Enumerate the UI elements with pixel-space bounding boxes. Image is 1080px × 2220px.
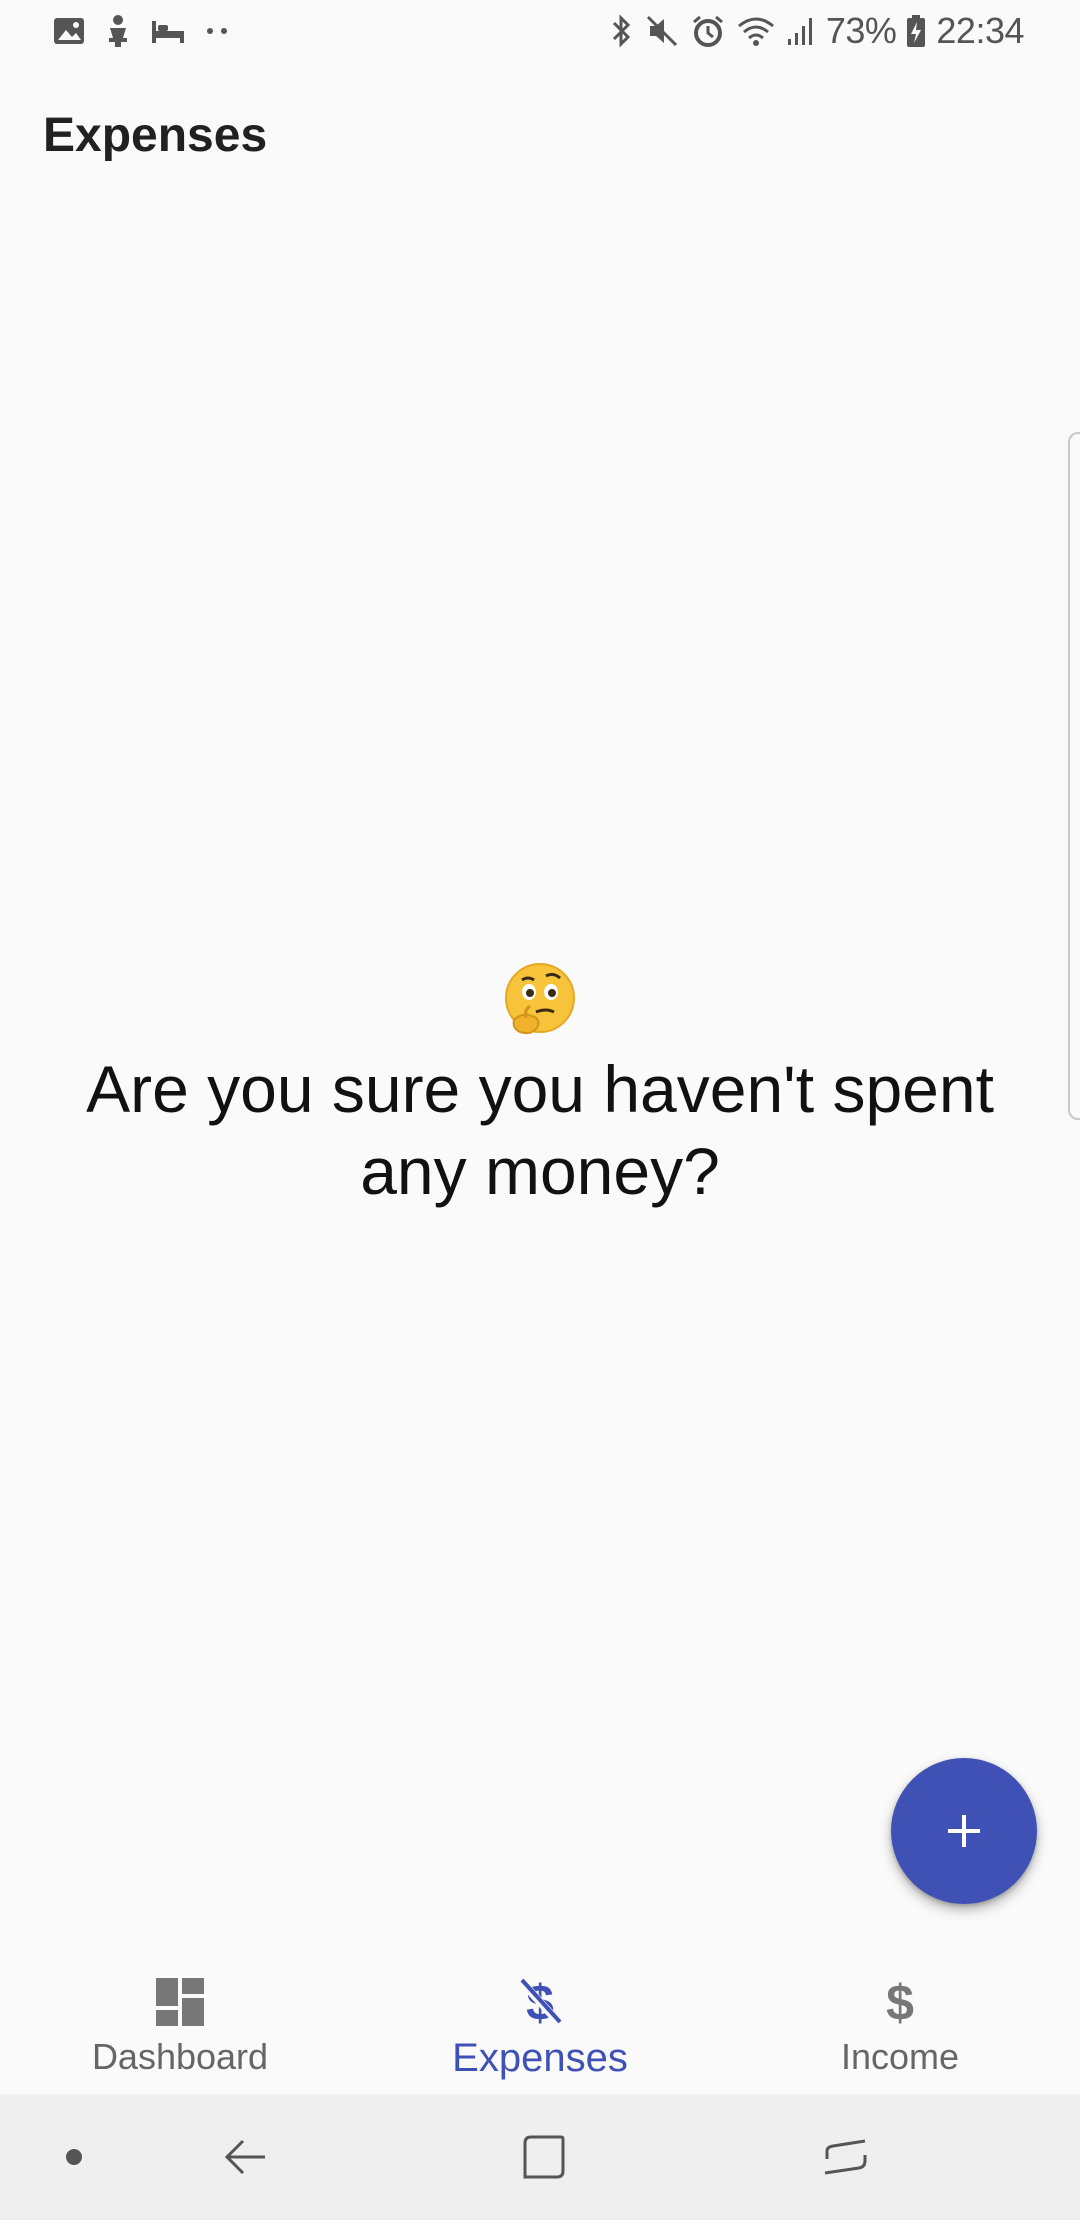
battery-percent: 73%: [825, 10, 897, 51]
back-button[interactable]: [200, 2094, 290, 2220]
alarm-icon: [690, 13, 726, 49]
system-navigation-bar: [0, 2094, 1080, 2220]
home-button[interactable]: [498, 2094, 588, 2220]
recents-button[interactable]: [800, 2094, 890, 2220]
dot-button[interactable]: [44, 2094, 104, 2220]
nav-label-expenses: Expenses: [452, 2036, 628, 2080]
image-icon: [52, 16, 86, 46]
nav-item-income[interactable]: $ Income: [720, 1950, 1080, 2094]
money-off-icon: $: [517, 1975, 563, 2030]
dollar-icon: $: [886, 1975, 914, 2030]
signal-icon: [786, 15, 816, 47]
nav-item-dashboard[interactable]: Dashboard: [0, 1950, 360, 2094]
bed-icon: [150, 17, 186, 45]
screen: 73% 22:34 Expenses Are you sure you have…: [0, 0, 1080, 2220]
nav-label-income: Income: [840, 2036, 960, 2077]
back-icon: [224, 2139, 265, 2175]
person-icon: [104, 14, 132, 48]
recents-icon: [824, 2139, 867, 2175]
thinking-face-icon: [505, 963, 575, 1035]
bluetooth-icon: [610, 13, 634, 49]
svg-text:$: $: [886, 1975, 914, 2030]
bottom-navigation: Dashboard $ Expenses $ Income: [0, 1950, 1080, 2094]
home-icon: [523, 2135, 565, 2179]
empty-state-message: Are you sure you haven't spent any money…: [86, 1052, 994, 1208]
clock-time: 22:34: [936, 10, 1024, 51]
status-notification-icons: [52, 14, 230, 48]
page-title: Expenses: [43, 109, 268, 162]
plus-icon: [948, 1815, 980, 1847]
empty-state: Are you sure you haven't spent any money…: [0, 960, 1080, 1212]
mute-icon: [644, 13, 680, 49]
wifi-icon: [736, 14, 776, 48]
status-bar: 73% 22:34: [0, 0, 1080, 64]
dashboard-icon: [156, 1978, 204, 2026]
dot-icon: [66, 2149, 82, 2165]
more-dots-icon: [204, 26, 230, 36]
status-system-icons: 73% 22:34: [610, 10, 1024, 52]
nav-item-expenses[interactable]: $ Expenses: [360, 1950, 720, 2094]
nav-label-dashboard: Dashboard: [91, 2036, 269, 2077]
add-expense-button[interactable]: [891, 1758, 1037, 1904]
battery-charging-icon: [906, 14, 926, 48]
